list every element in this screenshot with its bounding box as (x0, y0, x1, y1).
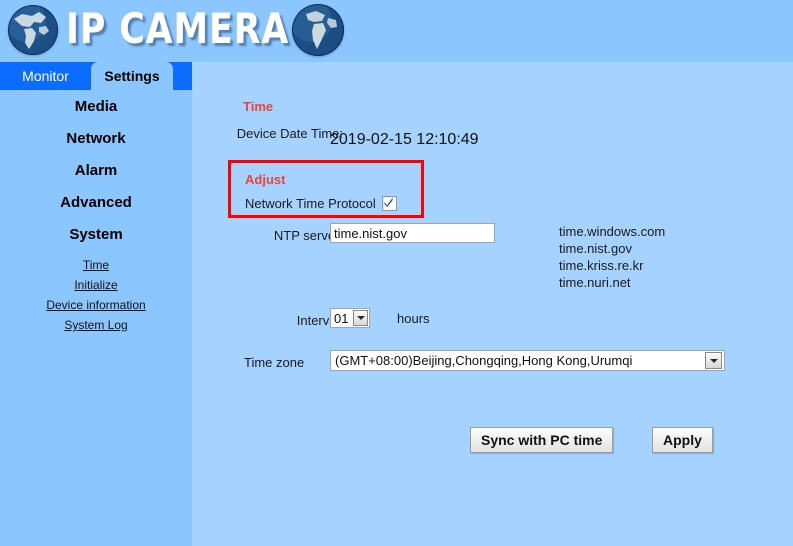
network-time-protocol-row: Network Time Protocol (245, 196, 397, 211)
page-header: IP CAMERA (0, 0, 793, 62)
globe-icon-right (292, 4, 344, 56)
timezone-label: Time zone (244, 355, 305, 370)
ntp-suggestion-item: time.windows.com (559, 224, 666, 239)
ntp-suggestion-item: time.kriss.re.kr (559, 258, 644, 273)
interval-unit-label: hours (397, 311, 430, 326)
timezone-select[interactable]: (GMT+08:00)Beijing,Chongqing,Hong Kong,U… (330, 350, 725, 371)
timezone-selected-value: (GMT+08:00)Beijing,Chongqing,Hong Kong,U… (335, 353, 633, 368)
ntp-server-suggestion-list: time.windows.com time.nist.gov time.kris… (559, 223, 665, 291)
sidebar-item-system[interactable]: System (0, 223, 192, 247)
tab-bar: Monitor Settings (0, 62, 192, 90)
chevron-down-icon (705, 352, 722, 369)
interval-label: Interval: (296, 313, 343, 328)
globe-icon-left (8, 5, 58, 55)
device-date-time-label: Device Date Time: (236, 126, 343, 141)
sidebar-subitem-time[interactable]: Time (0, 255, 192, 275)
ntp-server-label: NTP server: (273, 228, 343, 243)
sidebar-subitem-device-information[interactable]: Device information (0, 295, 192, 315)
chevron-down-icon (353, 310, 368, 326)
interval-selected-value: 01 (334, 310, 349, 326)
device-date-time-value: 2019-02-15 12:10:49 (330, 131, 479, 148)
tab-settings[interactable]: Settings (91, 62, 173, 90)
ntp-suggestion-item: time.nist.gov (559, 241, 632, 256)
interval-select[interactable]: 01 (330, 308, 370, 328)
ip-camera-app: IP CAMERA Monitor Settings Media Network… (0, 0, 793, 546)
adjust-highlight-box: Adjust Network Time Protocol (228, 160, 424, 218)
network-time-protocol-checkbox[interactable] (381, 196, 397, 211)
sidebar-subitem-initialize[interactable]: Initialize (0, 275, 192, 295)
ntp-suggestion-item: time.nuri.net (559, 275, 631, 290)
sidebar-subitem-system-log[interactable]: System Log (0, 315, 192, 335)
sidebar-item-media[interactable]: Media (0, 95, 192, 119)
ntp-server-input[interactable] (330, 223, 495, 243)
sidebar-item-alarm[interactable]: Alarm (0, 159, 192, 183)
page-title: Time (243, 99, 274, 114)
app-title: IP CAMERA (66, 4, 290, 53)
adjust-title: Adjust (245, 172, 286, 187)
main-content: Time Device Date Time: 2019-02-15 12:10:… (192, 90, 793, 546)
sidebar-item-network[interactable]: Network (0, 127, 192, 151)
network-time-protocol-label: Network Time Protocol (245, 196, 376, 211)
sidebar: Media Network Alarm Advanced System Time… (0, 90, 192, 546)
tab-monitor[interactable]: Monitor (0, 62, 91, 90)
sync-with-pc-time-button[interactable]: Sync with PC time (470, 427, 614, 453)
apply-button[interactable]: Apply (652, 427, 713, 453)
sidebar-item-advanced[interactable]: Advanced (0, 191, 192, 215)
